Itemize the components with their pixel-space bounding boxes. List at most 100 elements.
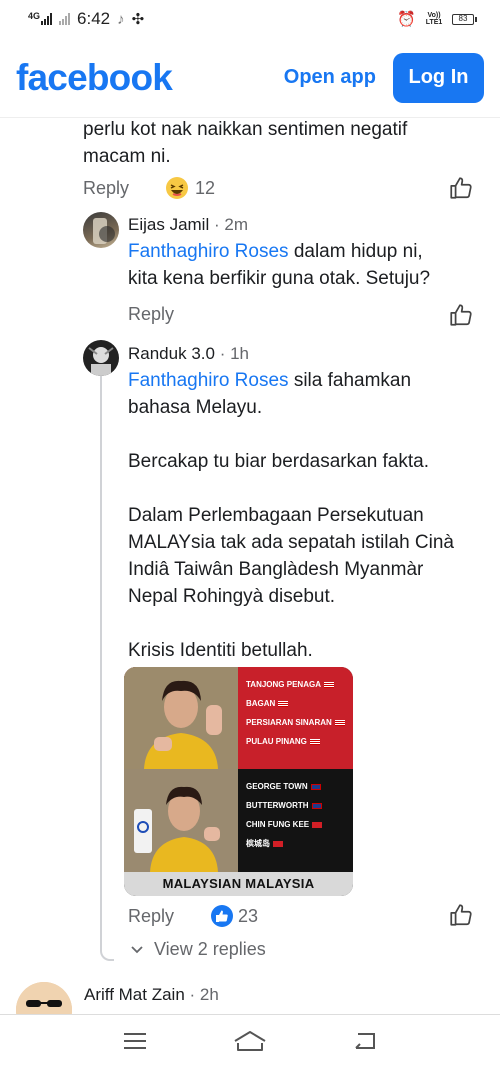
back-icon[interactable] xyxy=(352,1031,378,1056)
woman-photo xyxy=(124,769,238,872)
comment-line: kita kena berfikir guna otak. Setuju? xyxy=(128,268,431,289)
comment-image[interactable]: TANJONG PENAGA BAGAN PERSIARAN SINARAN P… xyxy=(124,667,353,896)
reply-button[interactable]: Reply xyxy=(128,906,174,927)
comment-line: Dalam Perlembagaan Persekutuan xyxy=(128,505,424,526)
avatar[interactable] xyxy=(83,340,119,376)
mention-link[interactable]: Fanthaghiro Roses xyxy=(128,370,289,391)
menu-icon[interactable] xyxy=(122,1031,148,1056)
volte-icon: Vo)) LTE1 xyxy=(425,12,443,26)
comment-time: · 2m xyxy=(213,215,248,234)
uk-flag-icon xyxy=(311,803,322,809)
system-navigation-bar xyxy=(0,1014,500,1072)
battery-icon: 83 xyxy=(452,13,477,25)
avatar[interactable] xyxy=(83,212,119,248)
comment-line: MALAYsia tak ada sepatah istilah Cinà xyxy=(128,532,454,553)
signal-4g-icon: 4G xyxy=(28,11,53,25)
malaysia-flag-icon xyxy=(309,739,320,745)
home-icon[interactable] xyxy=(233,1030,267,1057)
haha-reaction-icon[interactable] xyxy=(165,176,189,200)
place-label: PULAU PINANG xyxy=(246,737,307,746)
place-name: TANJONG PENAGA xyxy=(246,681,347,689)
comment-line: Krisis Identiti betullah. xyxy=(128,640,313,661)
place-name: BUTTERWORTH xyxy=(246,802,347,810)
reply-button[interactable]: Reply xyxy=(83,178,129,199)
comment-author: Ariff Mat Zain · 2h xyxy=(84,985,219,1005)
image-bottom-panel: GEORGE TOWN BUTTERWORTH CHIN FUNG KEE 槟城… xyxy=(124,769,353,872)
place-label: CHIN FUNG KEE xyxy=(246,820,310,829)
comment-line: Fanthaghiro Roses dalam hidup ni, xyxy=(128,238,488,265)
author-name[interactable]: Eijas Jamil xyxy=(128,215,209,234)
comment-line-text: dalam hidup ni, xyxy=(288,241,423,262)
battery-level: 83 xyxy=(458,13,468,23)
comment-text: Fanthaghiro Roses dalam hidup ni, kita k… xyxy=(128,238,488,292)
china-flag-icon xyxy=(312,822,323,828)
mention-link[interactable]: Fanthaghiro Roses xyxy=(128,241,289,262)
place-name: GEORGE TOWN xyxy=(246,783,347,791)
place-list-bottom: GEORGE TOWN BUTTERWORTH CHIN FUNG KEE 槟城… xyxy=(238,769,353,872)
open-app-link[interactable]: Open app xyxy=(284,66,376,89)
image-top-panel: TANJONG PENAGA BAGAN PERSIARAN SINARAN P… xyxy=(124,667,353,769)
comment-actions: Reply 23 xyxy=(128,904,258,928)
comment-time: · 1h xyxy=(219,344,249,363)
comment-line: Bercakap tu biar berdasarkan fakta. xyxy=(128,451,430,472)
author-name[interactable]: Randuk 3.0 xyxy=(128,344,215,363)
view-replies-label: View 2 replies xyxy=(154,939,266,959)
like-reaction-icon[interactable] xyxy=(210,904,234,928)
reaction-count: 23 xyxy=(238,905,259,926)
place-label: GEORGE TOWN xyxy=(246,782,308,791)
malaysia-flag-icon xyxy=(323,682,334,688)
place-name: PULAU PINANG xyxy=(246,738,347,746)
author-name[interactable]: Ariff Mat Zain xyxy=(84,985,185,1004)
thread-line xyxy=(100,376,114,961)
comment-line: perlu kot nak naikkan sentimen negatif xyxy=(83,119,408,140)
alarm-icon: ⏰ xyxy=(397,11,416,28)
login-button[interactable]: Log In xyxy=(393,52,484,103)
china-flag-icon xyxy=(273,841,283,847)
like-icon[interactable] xyxy=(448,175,474,201)
place-name: CHIN FUNG KEE xyxy=(246,821,347,829)
facebook-header: facebook Open app Log In xyxy=(0,38,500,118)
place-label: PERSIARAN SINARAN xyxy=(246,718,332,727)
comment-time: · 2h xyxy=(189,985,219,1004)
chevron-down-icon xyxy=(130,945,144,955)
comments-feed[interactable]: perlu kot nak naikkan sentimen negatif m… xyxy=(0,118,500,1014)
woman-photo xyxy=(124,667,238,769)
comment-line: macam ni. xyxy=(83,146,171,167)
network-type: 4G xyxy=(28,11,41,21)
reaction-count: 12 xyxy=(195,177,216,198)
comment-line: Nepal Rohingyà disebut. xyxy=(128,586,336,607)
comment-line: Indiâ Taiwân Banglàdesh Myanmàr xyxy=(128,559,424,580)
uk-flag-icon xyxy=(310,784,321,790)
view-replies-link[interactable]: View 2 replies xyxy=(130,939,266,960)
place-label: TANJONG PENAGA xyxy=(246,680,321,689)
place-label: 槟城岛 xyxy=(246,839,270,848)
avatar[interactable] xyxy=(16,982,72,1014)
previous-comment-actions: Reply 12 xyxy=(83,176,215,200)
comment-line: bahasa Melayu. xyxy=(128,397,263,418)
comment-text: Fanthaghiro Roses sila fahamkan bahasa M… xyxy=(128,367,488,664)
pinwheel-icon: ✣ xyxy=(131,11,145,28)
place-label: BAGAN xyxy=(246,699,276,708)
malaysia-flag-icon xyxy=(334,720,345,726)
signal-sim2-icon xyxy=(59,13,71,25)
comment-author: Randuk 3.0 · 1h xyxy=(128,344,249,364)
place-name: PERSIARAN SINARAN xyxy=(246,719,347,727)
comment-line: Fanthaghiro Roses sila fahamkan xyxy=(128,367,488,394)
place-label: BUTTERWORTH xyxy=(246,801,309,810)
like-icon[interactable] xyxy=(448,302,474,328)
status-bar: 4G 6:42 ♪ ✣ ⏰ Vo)) LTE1 83 xyxy=(0,0,500,38)
place-name: 槟城岛 xyxy=(246,840,347,848)
like-icon[interactable] xyxy=(448,902,474,928)
comment-author: Eijas Jamil · 2m xyxy=(128,215,248,235)
comment-actions: Reply xyxy=(128,304,174,325)
reply-button[interactable]: Reply xyxy=(128,304,174,325)
image-caption: MALAYSIAN MALAYSIA xyxy=(124,872,353,896)
comment-line-text: sila fahamkan xyxy=(288,370,412,391)
previous-comment-text: perlu kot nak naikkan sentimen negatif m… xyxy=(83,118,483,170)
malaysia-flag-icon xyxy=(278,701,289,707)
facebook-logo[interactable]: facebook xyxy=(16,57,173,99)
clock: 6:42 xyxy=(77,9,111,28)
